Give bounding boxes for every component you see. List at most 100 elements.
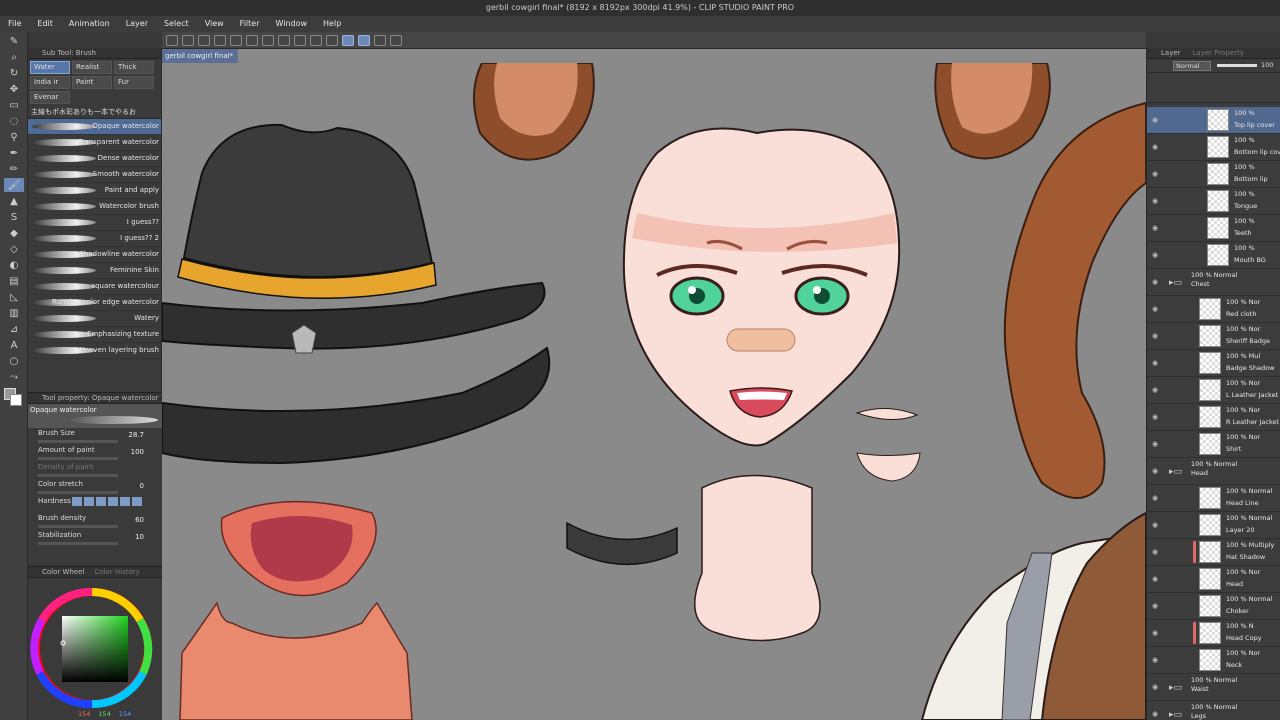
menu-filter[interactable]: Filter [232,16,268,32]
brush-group-4[interactable]: Paint [72,76,112,89]
fill-tool-icon[interactable]: ◐ [4,258,24,272]
layer-row[interactable]: ◉ 100 % Normal Head Line [1147,485,1280,512]
stabilization-row[interactable]: Stabilization 10 [28,530,162,547]
blend-mode-select[interactable]: Normal [1173,61,1211,71]
deselect-icon[interactable] [310,34,322,46]
brush-item[interactable]: Transparent watercolor [28,135,161,151]
rotate-tool-icon[interactable]: ↻ [4,66,24,80]
menu-layer[interactable]: Layer [118,16,156,32]
brush-group-1[interactable]: Realist [72,61,112,74]
layer-row[interactable]: ◉ 100 % Normal Layer 20 [1147,512,1280,539]
layer-row[interactable]: ◉ 100 % Mul Badge Shadow [1147,350,1280,377]
brush-group-6[interactable]: Evenar [30,91,70,104]
color-wheel-tab[interactable]: Color Wheel [42,567,84,577]
visibility-eye-icon[interactable]: ◉ [1152,494,1158,502]
layer-row[interactable]: ◉ 100 % Mouth BG [1147,242,1280,269]
pen-icon[interactable]: ✒ [4,146,24,160]
brush-item[interactable]: Paint and apply [28,183,161,199]
visibility-eye-icon[interactable]: ◉ [1152,440,1158,448]
layer-row[interactable]: ◉ 100 % N Head Copy [1147,620,1280,647]
layer-row[interactable]: ◉ 100 % Nor Red cloth [1147,296,1280,323]
brush-item[interactable]: Watercolor brush [28,199,161,215]
brush-item[interactable]: Shadowline watercolor [28,247,161,263]
balloon-tool-icon[interactable]: ○ [4,354,24,368]
clear-icon[interactable] [262,34,274,46]
visibility-eye-icon[interactable]: ◉ [1152,278,1158,286]
document-tab[interactable]: gerbil cowgirl final* [162,49,238,63]
layer-tab[interactable]: Layer [1161,48,1181,58]
visibility-eye-icon[interactable]: ◉ [1152,224,1158,232]
brush-item[interactable]: square watercolour [28,279,161,295]
layer-folder[interactable]: ◉ ▸▭ 100 % Normal Head [1147,458,1280,485]
layer-property-tab[interactable]: Layer Property [1193,48,1244,58]
crop-icon[interactable] [326,34,338,46]
opacity-slider[interactable] [1217,64,1257,67]
canvas-icon[interactable] [166,34,178,46]
visibility-eye-icon[interactable]: ◉ [1152,629,1158,637]
layer-row[interactable]: ◉ 100 % Bottom lip cover [1147,134,1280,161]
visibility-eye-icon[interactable]: ◉ [1152,143,1158,151]
brush-item[interactable]: Emphasizing texture [28,327,161,343]
open-icon[interactable] [198,34,210,46]
visibility-eye-icon[interactable]: ◉ [1152,251,1158,259]
menu-edit[interactable]: Edit [29,16,61,32]
visibility-eye-icon[interactable]: ◉ [1152,197,1158,205]
folder-icon[interactable]: ▸▭ [1169,683,1182,693]
pen-tool-icon[interactable]: ✎ [4,34,24,48]
eyedropper-tool-icon[interactable]: ⚲ [4,130,24,144]
layer-row[interactable]: ◉ 100 % Nor Neck [1147,647,1280,674]
brush-item[interactable]: I guess?? 2 [28,231,161,247]
layer-folder[interactable]: ◉ ▸▭ 100 % Normal Legs [1147,701,1280,720]
visibility-eye-icon[interactable]: ◉ [1152,116,1158,124]
brush-item[interactable]: Uneven layering brush [28,343,161,359]
pencil-tool-icon[interactable]: ✏ [4,162,24,176]
layer-row[interactable]: ◉ 100 % Top lip cover [1147,107,1280,134]
brush-item[interactable]: Smooth watercolor [28,167,161,183]
brush-size-row[interactable]: Brush Size 28.7 [28,428,162,445]
visibility-eye-icon[interactable]: ◉ [1152,548,1158,556]
settings-icon[interactable] [374,34,386,46]
redo-icon[interactable] [246,34,258,46]
brush-item[interactable]: Opaque watercolor [28,119,161,135]
eraser-tool-icon[interactable]: ◆ [4,226,24,240]
visibility-eye-icon[interactable]: ◉ [1152,305,1158,313]
brush-group-5[interactable]: Fur [114,76,154,89]
ruler-snap-icon[interactable] [342,34,354,46]
figure-tool-icon[interactable]: ◺ [4,290,24,304]
layer-row[interactable]: ◉ 100 % Nor Head [1147,566,1280,593]
correct-line-tool-icon[interactable]: ⤳ [4,370,24,384]
gradient-tool-icon[interactable]: ▤ [4,274,24,288]
visibility-eye-icon[interactable]: ◉ [1152,710,1158,718]
folder-icon[interactable]: ▸▭ [1169,710,1182,720]
main-sub-color-swatch[interactable] [4,388,22,406]
zoom-tool-icon[interactable]: ⌕ [4,50,24,64]
visibility-eye-icon[interactable]: ◉ [1152,413,1158,421]
visibility-eye-icon[interactable]: ◉ [1152,575,1158,583]
visibility-eye-icon[interactable]: ◉ [1152,683,1158,691]
menu-window[interactable]: Window [267,16,315,32]
visibility-eye-icon[interactable]: ◉ [1152,170,1158,178]
visibility-eye-icon[interactable]: ◉ [1152,521,1158,529]
visibility-eye-icon[interactable]: ◉ [1152,467,1158,475]
brush-group-2[interactable]: Thick [114,61,154,74]
visibility-eye-icon[interactable]: ◉ [1152,386,1158,394]
brush-density-row[interactable]: Brush density 60 [28,513,162,530]
text-tool-icon[interactable]: A [4,338,24,352]
layer-folder[interactable]: ◉ ▸▭ 100 % Normal Waist [1147,674,1280,701]
layer-row[interactable]: ◉ 100 % Teeth [1147,215,1280,242]
grid-snap-icon[interactable] [358,34,370,46]
ruler-tool-icon[interactable]: ⊿ [4,322,24,336]
undo-icon[interactable] [230,34,242,46]
hardness-row[interactable]: Hardness [28,496,162,513]
brush-group-0[interactable]: Water [30,61,70,74]
blend-tool-icon[interactable]: ◇ [4,242,24,256]
stretch-row[interactable]: Color stretch 0 [28,479,162,496]
menu-select[interactable]: Select [156,16,197,32]
layer-row[interactable]: ◉ 100 % Nor Sheriff Badge [1147,323,1280,350]
save-icon[interactable] [214,34,226,46]
amount-row[interactable]: Amount of paint 100 [28,445,162,462]
brush-item[interactable]: Dense watercolor [28,151,161,167]
layer-folder[interactable]: ◉ ▸▭ 100 % Normal Chest [1147,269,1280,296]
menu-help[interactable]: Help [315,16,349,32]
frame-tool-icon[interactable]: ▥ [4,306,24,320]
